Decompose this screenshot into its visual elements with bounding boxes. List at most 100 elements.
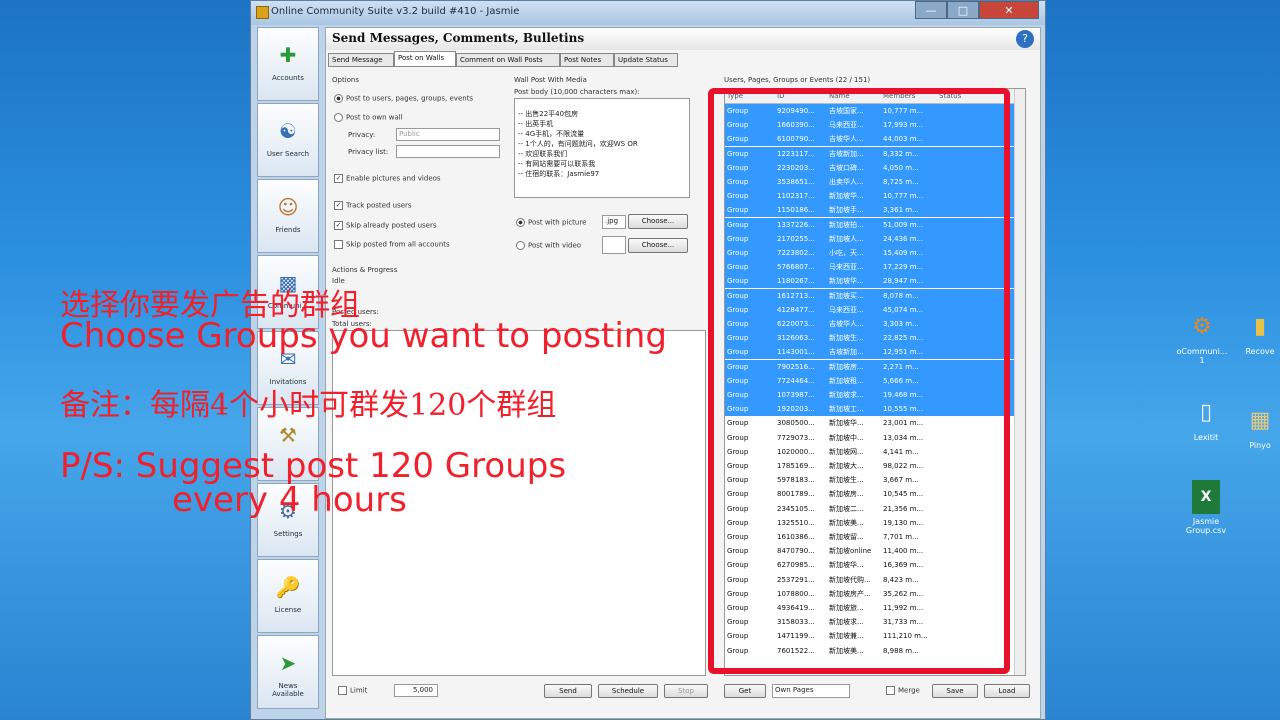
radio-button[interactable] <box>516 241 525 250</box>
privacy-list-select[interactable] <box>396 145 500 158</box>
sidebar-item-news[interactable]: ➤ News Available <box>257 635 319 709</box>
own-pages-select[interactable]: Own Pages <box>772 684 850 698</box>
privacy-list-label: Privacy list: <box>348 148 389 156</box>
accounts-icon: ✚ <box>279 43 297 67</box>
image-icon: ▦ <box>1249 408 1271 433</box>
sidebar-item-label: License <box>274 606 302 614</box>
friends-icon: ☺ <box>277 195 299 219</box>
desktop-icon-app[interactable]: ⚙ oCommuni... 1 <box>1174 310 1230 365</box>
app-icon: ⚙ <box>1192 314 1212 339</box>
news-icon: ➤ <box>279 651 297 675</box>
post-body-line: -- 住宿的联系：Jasmie97 <box>518 170 600 178</box>
picture-field[interactable]: .jpg <box>602 215 626 229</box>
window-title: Online Community Suite v3.2 build #410 -… <box>271 6 520 17</box>
close-button[interactable]: ✕ <box>979 1 1039 19</box>
checkbox-skip-posted[interactable]: ✓ Skip already posted users <box>334 221 436 230</box>
tab-send-message[interactable]: Send Message <box>328 53 394 67</box>
limit-input[interactable]: 5,000 <box>394 684 438 697</box>
post-body-label: Post body (10,000 characters max): <box>514 88 640 96</box>
sidebar-item-label: User Search <box>266 150 310 158</box>
sidebar-item-friends[interactable]: ☺ Friends <box>257 179 319 253</box>
wallpost-title: Wall Post With Media <box>514 76 587 84</box>
checkbox[interactable]: ✓ <box>334 201 343 210</box>
post-body-line: -- 欢迎联系我们 <box>518 150 568 158</box>
checkbox-enable-pictures[interactable]: ✓ Enable pictures and videos <box>334 174 441 183</box>
tab-post-on-walls[interactable]: Post on Walls <box>394 51 456 67</box>
checkbox-label: Skip posted from all accounts <box>346 240 450 249</box>
schedule-button[interactable]: Schedule <box>598 684 658 698</box>
post-body-line: -- 有网站需要可以联系我 <box>518 160 596 168</box>
checkbox[interactable] <box>338 686 347 695</box>
overlay-text-en-1: Choose Groups you want to posting <box>60 316 667 356</box>
checkbox-merge[interactable]: Merge <box>886 686 920 695</box>
minimize-button[interactable]: — <box>915 1 947 19</box>
radio-label: Post to users, pages, groups, events <box>346 94 474 103</box>
checkbox[interactable] <box>886 686 895 695</box>
sidebar-item-user-search[interactable]: ☯ User Search <box>257 103 319 177</box>
desktop-icon-label: Jasmie Group.csv <box>1185 517 1227 535</box>
load-button[interactable]: Load <box>984 684 1030 698</box>
radio-label: Post with picture <box>528 218 587 227</box>
post-body-line: -- 出英手机 <box>518 120 554 128</box>
radio-post-to-own-wall[interactable]: Post to own wall <box>334 113 403 122</box>
checkbox-label: Merge <box>898 686 920 695</box>
desktop-icon-document[interactable]: ▯ Lexitit <box>1178 396 1234 442</box>
post-body-textarea[interactable]: -- 出售22平40包房 -- 出英手机 -- 4G手机，不限流量 -- 1个人… <box>514 98 690 198</box>
desktop-icon-excel[interactable]: X Jasmie Group.csv <box>1178 480 1234 535</box>
post-body-line: -- 4G手机，不限流量 <box>518 130 585 138</box>
desktop-icon-label: Recove <box>1245 347 1275 356</box>
checkbox-label: Limit <box>350 686 368 695</box>
overlay-text-en-3: every 4 hours <box>172 480 407 520</box>
checkbox[interactable] <box>334 240 343 249</box>
desktop-icon-label: Pinyo <box>1249 441 1271 450</box>
radio-post-with-video[interactable]: Post with video <box>516 241 581 250</box>
radio-button[interactable] <box>334 113 343 122</box>
checkbox-track-posted[interactable]: ✓ Track posted users <box>334 201 412 210</box>
sidebar-item-label: Settings <box>273 530 303 538</box>
page-title: Send Messages, Comments, Bulletins <box>332 31 585 45</box>
help-icon[interactable]: ? <box>1016 30 1034 48</box>
privacy-label: Privacy: <box>348 131 376 139</box>
radio-post-with-picture[interactable]: Post with picture <box>516 218 586 227</box>
sidebar-item-label: News Available <box>272 682 304 698</box>
desktop-icon-recovery[interactable]: ▮ Recove <box>1240 310 1280 356</box>
tab-comment-on-wall-posts[interactable]: Comment on Wall Posts <box>456 53 560 67</box>
sidebar-item-license[interactable]: 🔑 License <box>257 559 319 633</box>
checkbox[interactable]: ✓ <box>334 221 343 230</box>
choose-video-button[interactable]: Choose... <box>628 238 688 253</box>
groups-title: Users, Pages, Groups or Events (22 / 151… <box>724 76 871 84</box>
desktop-icon-label: Lexitit <box>1193 433 1219 442</box>
sidebar-item-label: Friends <box>275 226 301 234</box>
checkbox[interactable]: ✓ <box>334 174 343 183</box>
options-title: Options <box>332 76 360 84</box>
panel-header: Send Messages, Comments, Bulletins ? <box>326 28 1040 50</box>
privacy-select[interactable]: Public <box>396 128 500 141</box>
excel-icon: X <box>1192 480 1220 514</box>
title-bar[interactable]: Online Community Suite v3.2 build #410 -… <box>251 1 1045 25</box>
radio-button[interactable] <box>334 94 343 103</box>
get-button[interactable]: Get <box>724 684 766 698</box>
checkbox-label: Skip already posted users <box>346 221 437 230</box>
tab-post-notes[interactable]: Post Notes <box>560 53 614 67</box>
video-field[interactable] <box>602 236 626 254</box>
vertical-scrollbar[interactable] <box>1014 89 1025 675</box>
desktop-icon-image[interactable]: ▦ Pinyo <box>1240 404 1280 450</box>
tab-update-status[interactable]: Update Status <box>614 53 678 67</box>
radio-label: Post to own wall <box>346 113 403 122</box>
desktop-icon-label: oCommuni... 1 <box>1176 347 1228 365</box>
checkbox-limit[interactable]: Limit <box>338 686 367 695</box>
radio-post-to-users[interactable]: Post to users, pages, groups, events <box>334 94 473 103</box>
stop-button[interactable]: Stop <box>664 684 708 698</box>
post-body-line: -- 1个人的，有问题就问，欢迎WS OR <box>518 140 638 148</box>
sidebar-item-accounts[interactable]: ✚ Accounts <box>257 27 319 101</box>
app-icon <box>256 6 269 19</box>
checkbox-skip-all[interactable]: Skip posted from all accounts <box>334 240 450 249</box>
save-button[interactable]: Save <box>932 684 978 698</box>
maximize-button[interactable]: □ <box>947 1 979 19</box>
checkbox-label: Track posted users <box>346 201 412 210</box>
radio-label: Post with video <box>528 241 582 250</box>
radio-button[interactable] <box>516 218 525 227</box>
choose-picture-button[interactable]: Choose... <box>628 214 688 229</box>
tools-icon: ⚒ <box>279 423 297 447</box>
send-button[interactable]: Send <box>544 684 592 698</box>
